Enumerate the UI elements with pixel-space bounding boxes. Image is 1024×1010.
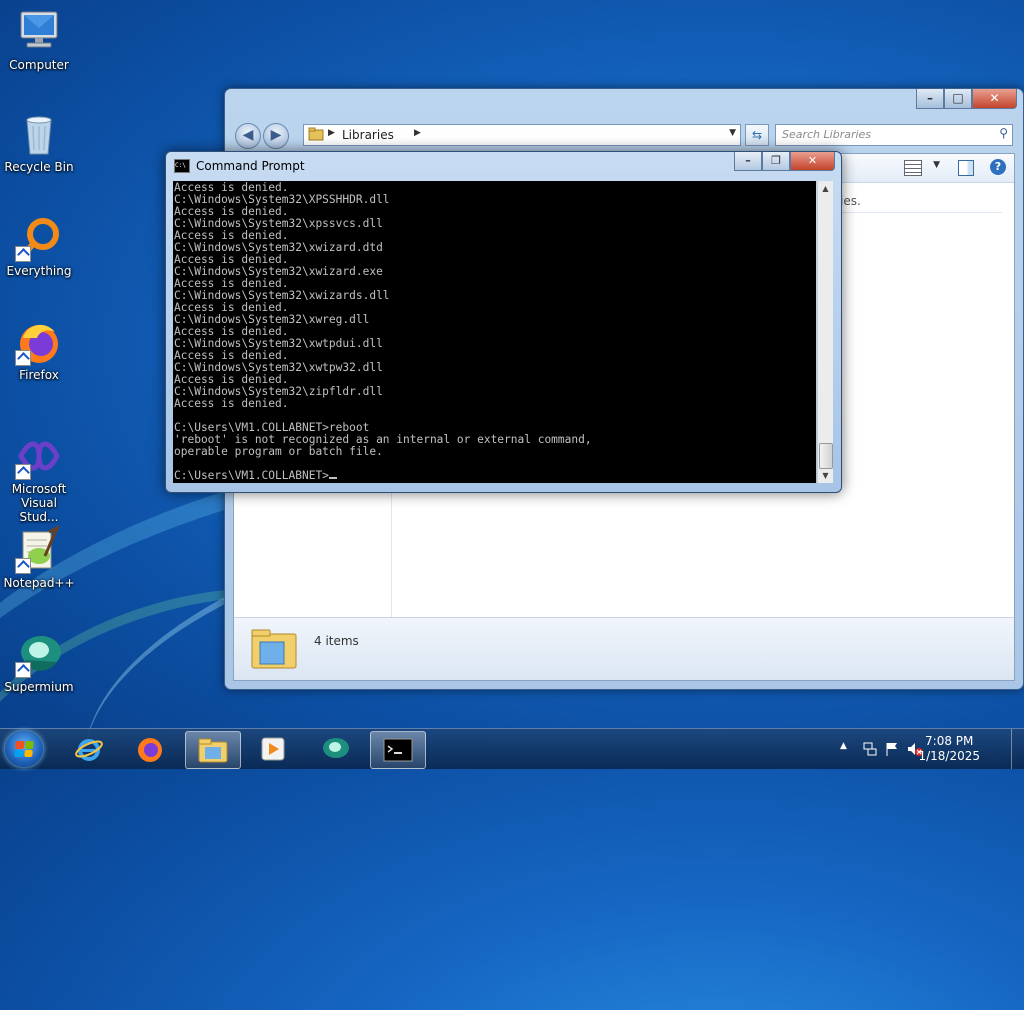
desktop-icon-label: Notepad++ xyxy=(3,576,75,590)
computer-icon xyxy=(15,8,63,56)
forward-button[interactable]: ▶ xyxy=(263,123,289,149)
visual-studio-icon xyxy=(15,432,63,480)
taskbar-media-player[interactable] xyxy=(246,731,300,767)
library-description-text: ies. xyxy=(840,194,861,208)
clock-date: 1/18/2025 xyxy=(918,749,980,763)
media-player-icon xyxy=(261,737,285,761)
console-output[interactable]: Access is denied. C:\Windows\System32\XP… xyxy=(173,181,816,483)
internet-explorer-icon xyxy=(75,739,103,761)
view-options-icon[interactable] xyxy=(904,160,922,176)
clock-time: 7:08 PM xyxy=(925,734,974,748)
firefox-icon xyxy=(138,738,162,762)
desktop-icon-everything[interactable]: Everything xyxy=(0,214,78,278)
item-count: 4 items xyxy=(314,634,359,648)
minimize-button[interactable]: – xyxy=(916,89,944,109)
scroll-down-button[interactable]: ▼ xyxy=(818,468,833,483)
desktop-icon-supermium[interactable]: Supermium xyxy=(0,630,78,694)
divider xyxy=(840,212,1002,213)
taskbar-internet-explorer[interactable] xyxy=(62,731,116,767)
desktop-icon-notepad-plus-plus[interactable]: Notepad++ xyxy=(0,524,78,590)
show-desktop-button[interactable] xyxy=(1011,729,1024,769)
maximize-button[interactable]: ❐ xyxy=(762,152,790,171)
command-prompt-icon xyxy=(383,738,413,762)
close-button[interactable]: ✕ xyxy=(972,89,1017,109)
recycle-bin-icon xyxy=(15,110,63,158)
preview-pane-icon[interactable] xyxy=(958,160,974,176)
scroll-up-button[interactable]: ▲ xyxy=(818,181,833,196)
taskbar: ▲ 7:08 PM 1/18/2025 xyxy=(0,728,1024,769)
console-line: C:\Users\VM1.COLLABNET> xyxy=(174,469,329,482)
scroll-thumb[interactable] xyxy=(819,443,833,469)
libraries-large-icon xyxy=(251,629,297,669)
command-prompt-window[interactable]: C:\ Command Prompt – ❐ ✕ Access is denie… xyxy=(165,151,842,493)
explorer-window-controls: – □ ✕ xyxy=(916,89,1017,109)
network-icon[interactable] xyxy=(862,741,878,757)
firefox-icon xyxy=(15,318,63,366)
folder-icon xyxy=(198,738,228,763)
shortcut-arrow-icon xyxy=(15,246,31,262)
console-text: Access is denied. C:\Windows\System32\XP… xyxy=(173,181,816,483)
desktop-icon-firefox[interactable]: Firefox xyxy=(0,318,78,382)
desktop-icon-label: Firefox xyxy=(19,368,59,382)
taskbar-supermium[interactable] xyxy=(308,731,362,767)
desktop-icon-label: Microsoft Visual Stud... xyxy=(11,482,67,524)
taskbar-command-prompt[interactable] xyxy=(370,731,426,769)
text-cursor xyxy=(328,477,337,479)
desktop-icon-recycle-bin[interactable]: Recycle Bin xyxy=(0,110,78,174)
search-placeholder: Search Libraries xyxy=(782,128,872,141)
system-tray: ▲ 7:08 PM 1/18/2025 xyxy=(834,729,1024,769)
start-button[interactable] xyxy=(5,731,43,767)
taskbar-firefox[interactable] xyxy=(123,731,177,767)
clock[interactable]: 7:08 PM 1/18/2025 xyxy=(918,734,980,764)
desktop-icon-label: Everything xyxy=(6,264,72,278)
notepad-plus-plus-icon xyxy=(15,524,63,574)
shortcut-arrow-icon xyxy=(15,350,31,366)
desktop-icon-label: Supermium xyxy=(4,680,74,694)
back-button[interactable]: ◀ xyxy=(235,123,261,149)
address-dropdown-icon[interactable]: ▼ xyxy=(729,128,736,138)
desktop-icon-label: Computer xyxy=(9,58,69,72)
console-line: Access is denied. xyxy=(174,397,289,410)
minimize-button[interactable]: – xyxy=(734,152,762,171)
windows-logo-icon xyxy=(14,741,34,757)
desktop-icon-label: Recycle Bin xyxy=(4,160,74,174)
breadcrumb-libraries[interactable]: Libraries xyxy=(342,128,394,142)
breadcrumb-arrow-icon: ▶ xyxy=(328,128,335,138)
cmd-window-controls: – ❐ ✕ xyxy=(734,152,835,171)
action-center-flag-icon[interactable] xyxy=(884,741,900,757)
refresh-button[interactable]: ⇆ xyxy=(745,124,769,146)
breadcrumb-arrow-icon[interactable]: ▶ xyxy=(414,128,421,138)
details-pane: 4 items xyxy=(234,617,1014,680)
libraries-folder-icon xyxy=(308,127,324,141)
help-icon[interactable]: ? xyxy=(990,159,1006,175)
console-line: operable program or batch file. xyxy=(174,445,383,458)
vertical-scrollbar[interactable]: ▲ ▼ xyxy=(817,181,833,483)
supermium-icon xyxy=(15,630,63,678)
taskbar-windows-explorer[interactable] xyxy=(185,731,241,769)
supermium-icon xyxy=(323,738,349,758)
everything-search-icon xyxy=(15,214,63,262)
maximize-button[interactable]: □ xyxy=(944,89,972,109)
search-input[interactable]: Search Libraries ⚲ xyxy=(775,124,1013,146)
address-bar[interactable]: ▶ Libraries ▶ ▼ xyxy=(303,124,741,146)
view-dropdown-icon[interactable]: ▼ xyxy=(933,160,940,170)
cmd-icon: C:\ xyxy=(174,159,190,173)
explorer-navigation-bar: ◀ ▶ ▶ Libraries ▶ ▼ ⇆ Search Libraries ⚲ xyxy=(233,121,1015,149)
desktop-icon-computer[interactable]: Computer xyxy=(0,8,78,72)
show-hidden-icons-button[interactable]: ▲ xyxy=(840,741,847,751)
shortcut-arrow-icon xyxy=(15,464,31,480)
shortcut-arrow-icon xyxy=(15,662,31,678)
window-title: Command Prompt xyxy=(196,159,305,173)
close-button[interactable]: ✕ xyxy=(790,152,835,171)
cmd-titlebar[interactable]: C:\ Command Prompt xyxy=(174,159,305,173)
shortcut-arrow-icon xyxy=(15,558,31,574)
desktop-icon-visual-studio[interactable]: Microsoft Visual Stud... xyxy=(0,432,78,524)
search-icon[interactable]: ⚲ xyxy=(999,126,1008,140)
